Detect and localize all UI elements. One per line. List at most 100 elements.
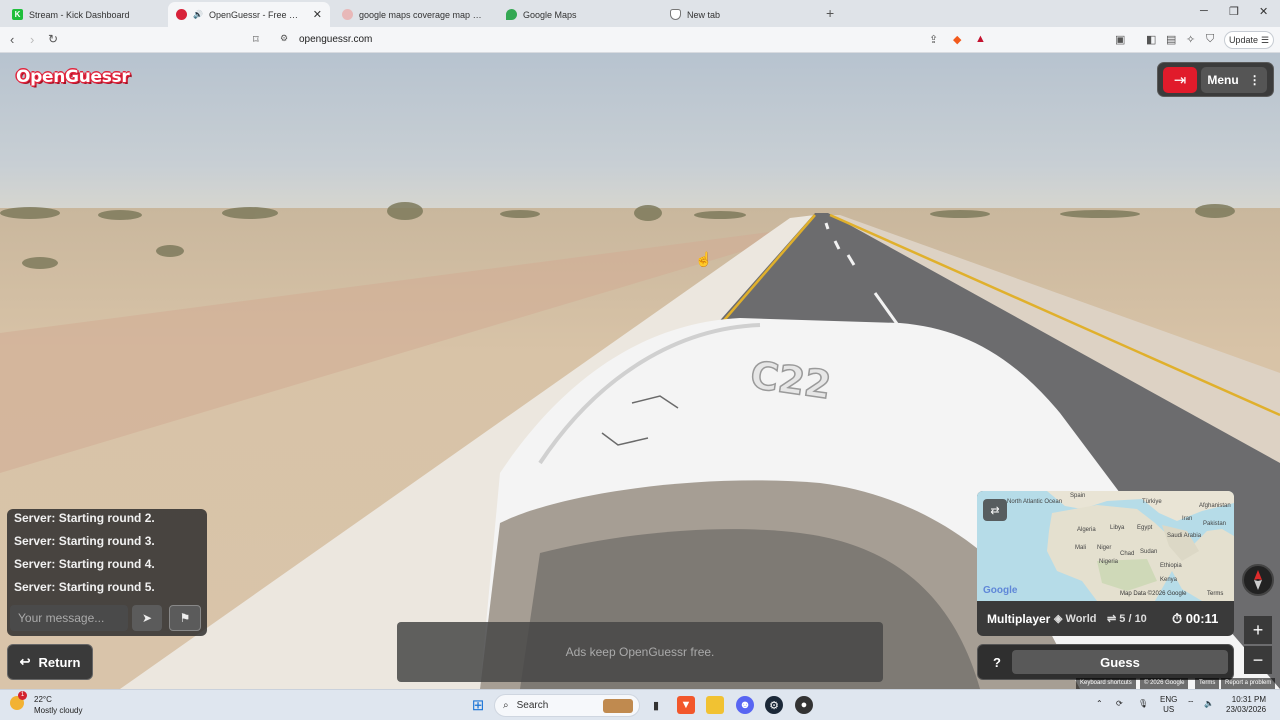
back-icon[interactable]: ‹ [10, 32, 14, 47]
tab-openguessr[interactable]: 🔊 OpenGuessr - Free GeoGuessr ✕ [168, 2, 330, 27]
tray-overflow-icon[interactable]: ⌃ [1096, 699, 1103, 709]
taskbar-search[interactable]: ⌕ Search [494, 694, 640, 717]
task-view-icon[interactable]: ▮ [647, 696, 665, 714]
map-label: Algeria [1077, 527, 1096, 533]
compass-needle-icon [1254, 570, 1262, 590]
weather-widget[interactable]: 1 22°C Mostly cloudy [10, 691, 82, 716]
vpn-icon[interactable]: ⛉ [1206, 33, 1214, 46]
chat-send-button[interactable]: ➤ [132, 605, 162, 631]
chat-message: Server: Starting round 2. [14, 511, 155, 525]
tab-title: google maps coverage map world - S [359, 9, 486, 20]
keyboard-shortcuts-link[interactable]: Keyboard shortcuts [1076, 678, 1136, 689]
zoom-in-button[interactable]: + [1244, 616, 1272, 644]
site-info-icon[interactable]: ⚙ [280, 33, 288, 44]
close-window-icon[interactable]: ✕ [1259, 5, 1268, 18]
url-field[interactable]: openguessr.com [299, 34, 372, 45]
hand-cursor-icon: ☝ [695, 251, 713, 267]
map-label: Mali [1075, 545, 1087, 551]
close-tab-icon[interactable]: ✕ [313, 8, 322, 21]
wallet-icon[interactable]: ▤ [1166, 33, 1176, 46]
tab-kick-dashboard[interactable]: K Stream - Kick Dashboard [4, 2, 164, 27]
reader-mode-icon[interactable]: ▣ [1115, 33, 1125, 46]
report-problem-link[interactable]: Report a problem [1221, 678, 1276, 689]
audio-icon[interactable]: 🔊 [193, 10, 203, 19]
forward-icon[interactable]: › [30, 32, 34, 47]
openguessr-logo[interactable]: OpenGuessr [16, 67, 130, 87]
map-label: Nigeria [1099, 559, 1119, 565]
chat-message-input[interactable]: Your message... [10, 605, 128, 631]
brave-shield-icon [670, 9, 681, 20]
exit-game-button[interactable]: ⇥ [1163, 67, 1197, 93]
brave-rewards-icon[interactable]: ▲ [975, 33, 986, 45]
map-label: Chad [1120, 551, 1135, 557]
map-label: Afghanistan [1199, 503, 1231, 509]
ad-placeholder: Ads keep OpenGuessr free. [397, 622, 883, 682]
reload-icon[interactable]: ↻ [48, 32, 58, 46]
tab-google-search[interactable]: google maps coverage map world - S [334, 2, 494, 27]
plus-icon: + [1252, 619, 1264, 640]
help-button[interactable]: ? [984, 650, 1010, 674]
compass[interactable] [1242, 564, 1274, 596]
minus-icon: − [1252, 649, 1264, 670]
send-icon: ➤ [141, 611, 153, 625]
guess-map[interactable]: ⇄ North Atlantic Ocean Spain Türkiye Ira… [977, 491, 1234, 601]
brave-shields-icon[interactable]: ◆ [953, 33, 961, 46]
return-button[interactable]: ↩ Return [7, 644, 93, 680]
volume-icon[interactable]: 🔈 [1204, 699, 1214, 709]
kick-favicon-icon: K [12, 9, 23, 20]
obs-icon[interactable]: ● [795, 696, 813, 714]
timer-value: 00:11 [1185, 610, 1219, 626]
language-indicator[interactable]: ENG US [1160, 695, 1177, 715]
map-terms-link[interactable]: Terms [1207, 591, 1223, 597]
chat-message: Server: Starting round 5. [14, 580, 155, 594]
layers-icon: ◈ [1054, 613, 1063, 625]
search-icon: ⌕ [503, 700, 509, 711]
tab-title: OpenGuessr - Free GeoGuessr [208, 9, 304, 20]
tab-google-maps[interactable]: Google Maps [498, 2, 658, 27]
leo-ai-icon[interactable]: ✧ [1186, 33, 1195, 46]
new-tab-plus-icon[interactable]: + [826, 5, 834, 21]
share-icon[interactable]: ⇪ [929, 33, 938, 46]
timer: ⏱ 00:11 [1172, 611, 1218, 627]
top-right-controls: ⇥ Menu ⋮ [1157, 62, 1274, 97]
lang-top: ENG [1160, 695, 1178, 704]
tab-new-tab[interactable]: New tab [662, 2, 822, 27]
chat-message: Server: Starting round 4. [14, 557, 155, 571]
clock[interactable]: 10:31 PM 23/03/2026 [1226, 695, 1266, 715]
network-status-icon[interactable]: ⟳ [1116, 699, 1123, 709]
steam-icon[interactable]: ⚙ [765, 696, 783, 714]
restore-icon[interactable]: ❐ [1229, 5, 1239, 18]
street-view-panorama[interactable]: C22 OpenGuessr ⇥ Menu ⋮ ☝ Server: Starti… [0, 53, 1280, 689]
update-button[interactable]: Update ☰ [1224, 31, 1274, 49]
wifi-icon[interactable]: ⌔ [1187, 699, 1195, 709]
weather-badge: 1 [18, 691, 27, 700]
zoom-out-button[interactable]: − [1244, 646, 1272, 674]
brave-browser-icon[interactable]: ▼ [677, 696, 695, 714]
search-label: Search [516, 700, 549, 711]
map-label: Saudi Arabia [1167, 533, 1202, 539]
microphone-icon[interactable]: 🎙 [1138, 699, 1148, 709]
clock-date: 23/03/2026 [1226, 705, 1267, 714]
menu-button[interactable]: Menu ⋮ [1201, 67, 1267, 93]
bookmark-icon[interactable]: ⌑ [253, 33, 259, 46]
openguessr-favicon-icon [176, 9, 187, 20]
google-favicon-icon [342, 9, 353, 20]
hamburger-menu-icon: ☰ [1260, 34, 1270, 45]
swap-icon: ⇄ [990, 504, 1000, 517]
minimap-panel: ⇄ North Atlantic Ocean Spain Türkiye Ira… [977, 491, 1234, 636]
return-arrow-icon: ↩ [19, 654, 31, 669]
start-windows-icon[interactable]: ⊞ [469, 696, 487, 714]
chat-report-button[interactable]: ⚑ [169, 605, 201, 631]
discord-icon[interactable]: ☻ [736, 696, 754, 714]
update-label: Update [1228, 35, 1258, 45]
minimize-icon[interactable]: ─ [1200, 5, 1208, 17]
exit-icon: ⇥ [1173, 72, 1187, 89]
guess-button[interactable]: Guess [1012, 650, 1228, 674]
tab-title: Stream - Kick Dashboard [29, 9, 130, 20]
chat-panel: Server: Starting round 2. Server: Starti… [7, 509, 207, 636]
return-label: Return [38, 654, 81, 670]
sidebar-icon[interactable]: ◧ [1146, 33, 1156, 46]
file-explorer-icon[interactable] [706, 696, 724, 714]
google-terms-link[interactable]: Terms [1195, 678, 1220, 689]
map-size-toggle[interactable]: ⇄ [983, 499, 1007, 521]
